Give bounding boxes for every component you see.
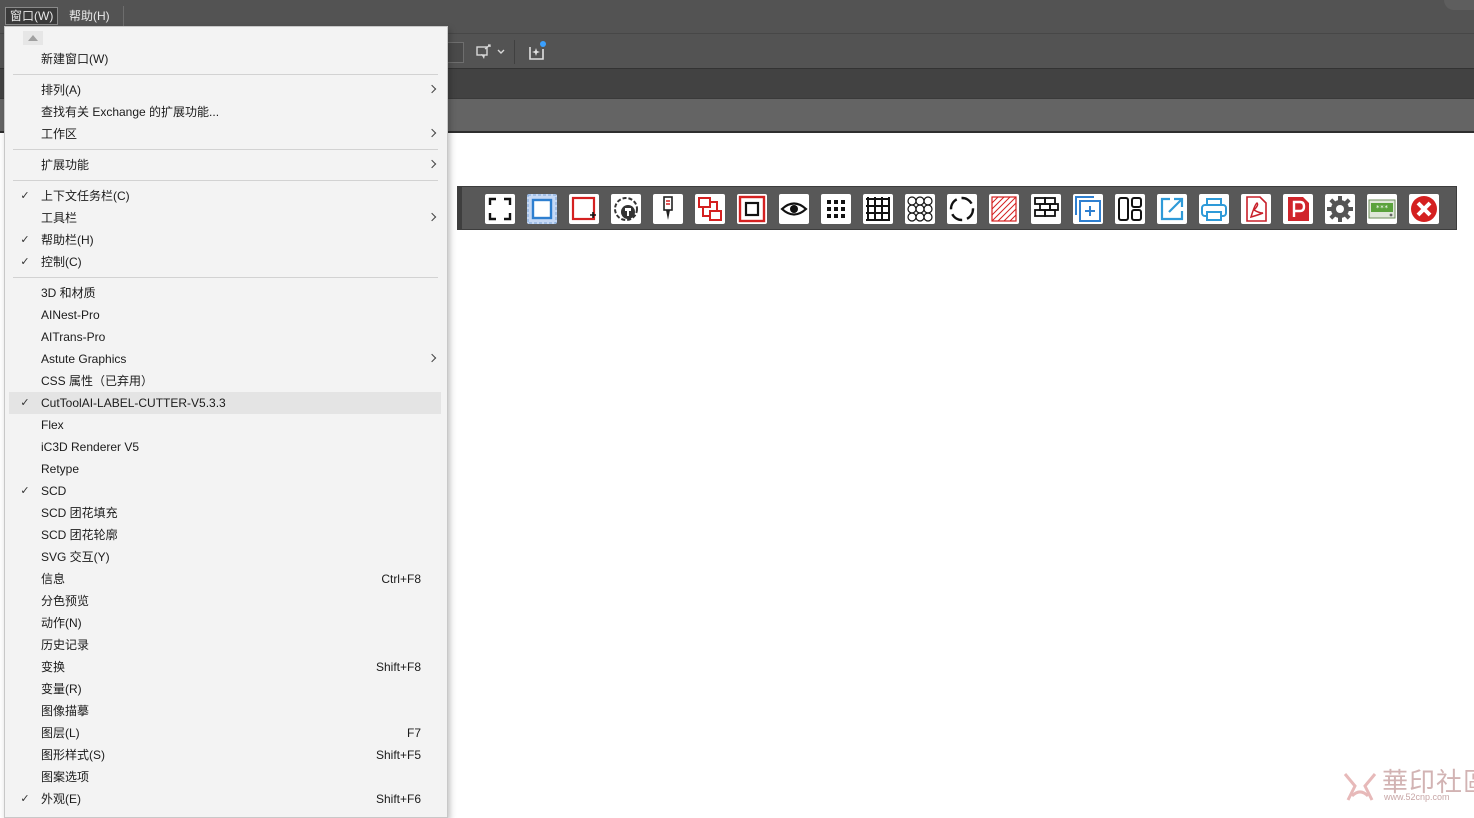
shortcut-label: Shift+F8	[375, 660, 421, 674]
export-arrow-icon[interactable]	[1157, 194, 1187, 224]
menu-item-new-window[interactable]: 新建窗口(W)	[9, 48, 441, 70]
dot-matrix-icon[interactable]	[821, 194, 851, 224]
circle-marks-icon[interactable]	[947, 194, 977, 224]
shortcut-label: Shift+F6	[375, 792, 421, 806]
menu-item-plugin[interactable]: Flex	[9, 414, 441, 436]
menu-item-context-taskbar[interactable]: ✓ 上下文任务栏(C)	[9, 185, 441, 207]
menu-separator	[13, 74, 438, 75]
chevron-right-icon	[427, 212, 437, 222]
menu-item-plugin[interactable]: Astute Graphics	[9, 348, 441, 370]
menu-item-toolbars[interactable]: 工具栏	[9, 207, 441, 229]
chevron-right-icon	[427, 128, 437, 138]
offset-frame-icon[interactable]	[737, 194, 767, 224]
arrange-documents-icon	[476, 44, 505, 59]
shortcut-label: Shift+F5	[375, 748, 421, 762]
menu-item-panel[interactable]: 图层(L) F7	[9, 722, 441, 744]
chevron-right-icon	[427, 159, 437, 169]
shortcut-label: Ctrl+F8	[381, 572, 421, 586]
cuttool-panel: ***	[457, 186, 1457, 230]
menu-item-arrange[interactable]: 排列(A)	[9, 79, 441, 101]
menu-item-plugin[interactable]: SCD 团花轮廓	[9, 524, 441, 546]
menu-item-plugin[interactable]: SVG 交互(Y)	[9, 546, 441, 568]
check-icon: ✓	[20, 793, 30, 805]
brick-layout-icon[interactable]	[1031, 194, 1061, 224]
menu-item-help-bar[interactable]: ✓ 帮助栏(H)	[9, 229, 441, 251]
preview-eye-icon[interactable]	[779, 194, 809, 224]
menu-item-panel[interactable]: 变量(R)	[9, 678, 441, 700]
check-icon: ✓	[20, 256, 30, 268]
window-menu-dropdown: 新建窗口(W) 排列(A) 查找有关 Exchange 的扩展功能... 工作区…	[4, 26, 448, 818]
menu-item-plugin[interactable]: 3D 和材质	[9, 282, 441, 304]
chevron-right-icon	[427, 353, 437, 363]
ppt-icon[interactable]	[1283, 194, 1313, 224]
menu-item-extensions[interactable]: 扩展功能	[9, 154, 441, 176]
control-divider	[514, 40, 515, 64]
menu-item-plugin[interactable]: Retype	[9, 458, 441, 480]
check-icon: ✓	[20, 397, 30, 409]
menu-item-panel[interactable]: 图形样式(S) Shift+F5	[9, 744, 441, 766]
scroll-up-arrow-icon[interactable]	[23, 31, 43, 45]
menu-item-panel[interactable]: ✓ 外观(E) Shift+F6	[9, 788, 441, 810]
add-layer-icon[interactable]	[1073, 194, 1103, 224]
shortcut-label: F7	[406, 726, 421, 740]
hatch-fill-icon[interactable]	[989, 194, 1019, 224]
menu-item-plugin[interactable]: ✓ SCD	[9, 480, 441, 502]
contour-link-icon[interactable]	[695, 194, 725, 224]
menu-window[interactable]: 窗口(W)	[5, 7, 59, 25]
menu-item-panel[interactable]: 图案选项	[9, 766, 441, 788]
pdf-icon[interactable]	[1241, 194, 1271, 224]
check-icon: ✓	[20, 190, 30, 202]
menu-item-plugin[interactable]: SCD 团花填充	[9, 502, 441, 524]
fullscreen-corners-icon[interactable]	[485, 194, 515, 224]
sparkle-document-icon	[529, 41, 546, 60]
grid-table-icon[interactable]	[863, 194, 893, 224]
menu-item-workspace[interactable]: 工作区	[9, 123, 441, 145]
menu-item-control[interactable]: ✓ 控制(C)	[9, 251, 441, 273]
menu-item-panel[interactable]: 动作(N)	[9, 612, 441, 634]
arrange-documents-button[interactable]	[474, 42, 508, 62]
menu-separator	[13, 277, 438, 278]
menu-item-plugin[interactable]: CSS 属性（已弃用）	[9, 370, 441, 392]
watermark: 華印社區 www.52cnp.com	[1340, 766, 1474, 806]
mark-sensor-icon[interactable]	[611, 194, 641, 224]
chevron-right-icon	[427, 84, 437, 94]
menu-item-panel[interactable]: 信息 Ctrl+F8	[9, 568, 441, 590]
menu-item-plugin[interactable]: AINest-Pro	[9, 304, 441, 326]
window-corner	[1444, 0, 1474, 10]
select-frame-icon[interactable]	[527, 194, 557, 224]
settings-gear-icon[interactable]	[1325, 194, 1355, 224]
menu-item-plugin[interactable]: iC3D Renderer V5	[9, 436, 441, 458]
watermark-logo-icon	[1343, 773, 1377, 801]
frame-add-point-icon[interactable]	[569, 194, 599, 224]
circles-grid-icon[interactable]	[905, 194, 935, 224]
discover-button[interactable]	[526, 40, 548, 62]
menu-item-panel[interactable]: 变换 Shift+F8	[9, 656, 441, 678]
menu-help[interactable]: 帮助(H)	[65, 7, 114, 25]
menubar-divider	[123, 6, 124, 26]
menu-item-plugin-highlighted[interactable]: ✓ CutToolAI-LABEL-CUTTER-V5.3.3	[9, 392, 441, 414]
watermark-url: www.52cnp.com	[1384, 792, 1450, 802]
close-x-icon[interactable]	[1409, 194, 1439, 224]
cutter-knife-icon[interactable]	[653, 194, 683, 224]
menu-item-find-exchange[interactable]: 查找有关 Exchange 的扩展功能...	[9, 101, 441, 123]
menu-item-panel[interactable]: 分色预览	[9, 590, 441, 612]
menu-item-panel[interactable]: 图像描摹	[9, 700, 441, 722]
layout-blocks-icon[interactable]	[1115, 194, 1145, 224]
check-icon: ✓	[20, 485, 30, 497]
svg-text:***: ***	[1376, 204, 1389, 212]
menu-separator	[13, 180, 438, 181]
control-value-field[interactable]	[446, 42, 464, 63]
check-icon: ✓	[20, 234, 30, 246]
menu-separator	[13, 149, 438, 150]
printer-icon[interactable]	[1199, 194, 1229, 224]
menu-item-panel[interactable]: 历史记录	[9, 634, 441, 656]
registration-key-icon[interactable]: ***	[1367, 194, 1397, 224]
menu-item-plugin[interactable]: AITrans-Pro	[9, 326, 441, 348]
